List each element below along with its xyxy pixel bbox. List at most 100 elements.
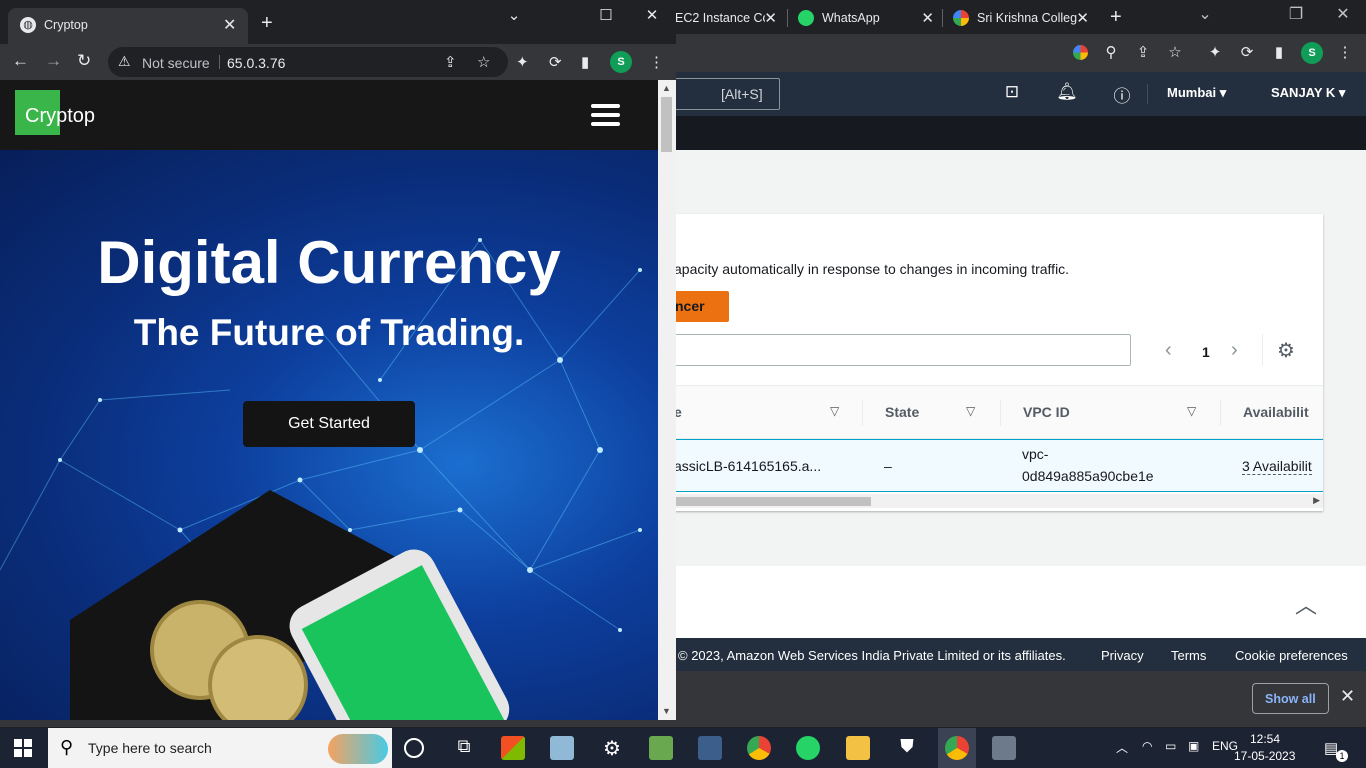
windows-start-icon[interactable] (14, 739, 32, 757)
side-panel-icon[interactable]: ▮ (1269, 43, 1289, 63)
filter-input[interactable] (640, 334, 1131, 366)
whatsapp-icon[interactable] (796, 736, 820, 760)
scroll-up-icon[interactable]: ▲ (662, 83, 671, 93)
column-header-vpc-id[interactable]: VPC ID (1023, 404, 1070, 420)
gear-icon[interactable]: ⚙ (1277, 338, 1295, 363)
address-bar[interactable]: ⚠ Not secure 65.0.3.76 ⇪ ☆ (108, 47, 508, 77)
menu-kebab-icon[interactable]: ⋮ (1335, 43, 1355, 63)
task-view-icon[interactable]: ⧉ (452, 736, 476, 760)
close-window-icon[interactable]: ✕ (632, 6, 672, 24)
region-selector[interactable]: Mumbai ▾ (1167, 85, 1226, 101)
column-header-state[interactable]: State (885, 404, 919, 420)
get-started-button[interactable]: Get Started (243, 401, 415, 447)
extensions-icon[interactable]: ✦ (1205, 43, 1225, 63)
close-icon[interactable]: ✕ (1340, 686, 1355, 707)
forward-arrow-icon[interactable]: → (45, 51, 62, 71)
taskbar-search-field[interactable]: ⚲ Type here to search (48, 728, 392, 768)
previous-page-icon[interactable]: ‹ (1165, 339, 1172, 362)
file-explorer-icon[interactable] (846, 736, 870, 760)
chrome-icon[interactable] (747, 736, 771, 760)
account-menu[interactable]: SANJAY K ▾ (1271, 85, 1345, 101)
privacy-link[interactable]: Privacy (1101, 648, 1144, 663)
bookmark-star-icon[interactable]: ☆ (1165, 43, 1185, 63)
cell-availability-zones[interactable]: 3 Availabilit (1242, 458, 1312, 475)
network-app-icon[interactable] (992, 736, 1016, 760)
chevron-up-icon[interactable]: ︿ (1295, 588, 1317, 620)
tab-cryptop[interactable]: ◍ Cryptop ✕ (8, 8, 248, 44)
clock-time[interactable]: 12:54 (1250, 732, 1280, 746)
remote-desktop-icon[interactable] (698, 736, 722, 760)
scrollbar-thumb[interactable] (661, 97, 672, 152)
table-row[interactable]: assicLB-614165165.a... – vpc- 0d849a885a… (640, 439, 1323, 492)
show-all-downloads-button[interactable]: Show all (1252, 683, 1329, 714)
sort-icon[interactable]: ▽ (966, 404, 975, 418)
security-shield-icon[interactable]: ⛊ (895, 736, 919, 760)
tab-whatsapp[interactable]: WhatsApp ✕ (790, 4, 940, 32)
close-icon[interactable]: ✕ (764, 9, 777, 27)
cell-load-balancer-name[interactable]: assicLB-614165165.a... (674, 458, 821, 474)
vertical-scrollbar[interactable]: ▲ ▼ (658, 80, 676, 720)
site-logo[interactable]: Cryptop (25, 105, 95, 128)
help-icon[interactable]: ⓘ (1110, 82, 1134, 107)
close-window-icon[interactable]: ✕ (1320, 4, 1366, 24)
close-icon[interactable]: ✕ (223, 15, 236, 35)
next-page-icon[interactable]: › (1231, 339, 1238, 362)
cortana-icon[interactable] (404, 738, 424, 758)
cloudshell-icon[interactable]: ⊡ (1000, 82, 1024, 102)
close-icon[interactable]: ✕ (1076, 9, 1089, 27)
wifi-icon[interactable]: ◠ (1142, 739, 1152, 753)
hero-subheadline: The Future of Trading. (133, 312, 525, 353)
settings-gear-icon[interactable]: ⚙ (600, 736, 624, 760)
sort-icon[interactable]: ▽ (1187, 404, 1196, 418)
share-icon[interactable]: ⇪ (1133, 43, 1153, 63)
share-icon[interactable]: ⇪ (444, 53, 457, 71)
notepad-icon[interactable] (649, 736, 673, 760)
google-lens-icon[interactable] (1070, 43, 1090, 63)
maximize-window-icon[interactable]: ☐ (586, 6, 626, 24)
side-panel-icon[interactable]: ▮ (581, 53, 589, 71)
chrome-active-app[interactable] (938, 728, 976, 768)
terms-link[interactable]: Terms (1171, 648, 1206, 663)
sort-icon[interactable]: ▽ (830, 404, 839, 418)
hero-headline: Digital Currency (97, 229, 561, 296)
restore-window-icon[interactable]: ❐ (1273, 4, 1319, 24)
profile-avatar[interactable]: S (610, 51, 632, 73)
page-number[interactable]: 1 (1202, 344, 1210, 360)
notifications-bell-icon[interactable]: 🔔︎ (1055, 82, 1079, 102)
battery-icon[interactable]: ▭ (1165, 739, 1176, 753)
profile-avatar[interactable]: S (1301, 42, 1323, 64)
security-status[interactable]: Not secure (142, 55, 210, 71)
microsoft-store-icon[interactable] (501, 736, 525, 760)
menu-kebab-icon[interactable]: ⋮ (649, 53, 664, 71)
extensions-icon[interactable]: ✦ (516, 53, 529, 71)
chevron-up-icon[interactable]: ︿ (1116, 739, 1128, 756)
clock-date[interactable]: 17-05-2023 (1234, 749, 1295, 763)
bookmark-star-icon[interactable]: ☆ (477, 53, 490, 71)
close-icon[interactable]: ✕ (921, 9, 934, 27)
menu-bar (591, 104, 620, 108)
scroll-down-icon[interactable]: ▼ (662, 706, 671, 716)
back-arrow-icon[interactable]: ← (12, 51, 29, 71)
search-highlight-illustration (328, 734, 388, 764)
warning-triangle-icon[interactable]: ⚠ (118, 53, 131, 70)
horizontal-scrollbar[interactable]: ▶ (640, 494, 1323, 508)
url-text[interactable]: 65.0.3.76 (227, 55, 285, 71)
app-icon[interactable] (550, 736, 574, 760)
tab-search-icon[interactable]: ⌄ (1182, 4, 1228, 24)
column-header-availability[interactable]: Availabilit (1243, 404, 1309, 420)
reload-icon[interactable]: ↻ (77, 51, 91, 71)
copyright-text: © 2023, Amazon Web Services India Privat… (678, 648, 1066, 663)
zoom-icon[interactable]: ⚲ (1101, 43, 1121, 63)
tab-ec2-instance-connect[interactable]: EC2 Instance Con ✕ (665, 4, 783, 32)
new-tab-icon[interactable]: + (261, 12, 273, 35)
tab-search-icon[interactable]: ⌄ (494, 6, 534, 24)
scroll-right-icon[interactable]: ▶ (1313, 495, 1320, 506)
cookie-preferences-link[interactable]: Cookie preferences (1235, 648, 1348, 663)
extension-sync-icon[interactable]: ⟳ (549, 53, 562, 71)
new-tab-icon[interactable]: + (1110, 6, 1122, 29)
site-navbar: Cryptop (0, 80, 658, 150)
tab-sri-krishna-college[interactable]: Sri Krishna Colleg ✕ (945, 4, 1095, 32)
camera-icon[interactable]: ▣ (1188, 739, 1199, 753)
extension-sync-icon[interactable]: ⟳ (1237, 43, 1257, 63)
hamburger-menu-icon[interactable] (591, 104, 620, 126)
